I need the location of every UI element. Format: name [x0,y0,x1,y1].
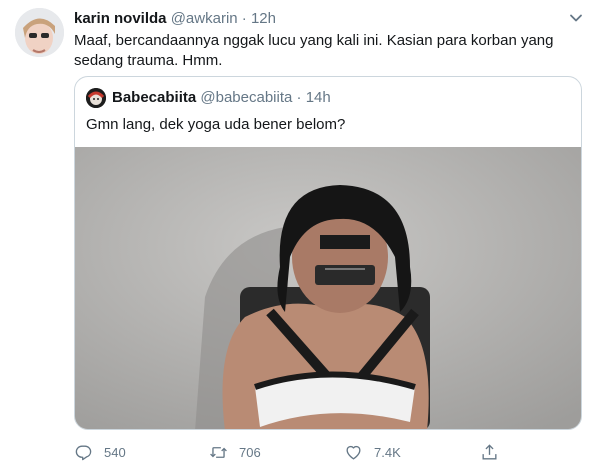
quoted-header: Babecabiita @babecabiita · 14h [112,88,331,108]
author-avatar[interactable] [15,8,64,57]
like-count: 7.4K [374,444,401,460]
quoted-timestamp: 14h [305,89,331,106]
separator-dot: · [241,10,247,27]
reply-count: 540 [104,444,126,460]
quoted-photo[interactable] [75,147,581,429]
tweet-timestamp[interactable]: 12h [251,10,276,27]
quoted-tweet[interactable]: Babecabiita @babecabiita · 14h Gmn lang,… [74,76,582,430]
quoted-author-avatar [86,88,106,108]
quoted-author-name: Babecabiita [112,89,197,106]
retweet-icon [210,446,227,458]
share-button[interactable] [480,441,499,463]
quoted-text: Gmn lang, dek yoga uda bener belom? [86,116,346,133]
tweet-header: karin novilda @awkarin · 12h [74,9,276,29]
chevron-down-icon[interactable] [567,9,585,27]
tweet-text: Maaf, bercandaannya nggak lucu yang kali… [74,32,554,69]
tweet[interactable]: karin novilda @awkarin · 12h Maaf, berca… [0,0,602,472]
retweet-button[interactable]: 706 [209,441,261,463]
reply-icon [75,444,92,460]
share-icon [482,443,497,460]
quoted-author-handle: @babecabiita [200,89,293,106]
retweet-count: 706 [239,444,261,460]
like-icon [346,445,361,460]
like-button[interactable]: 7.4K [344,441,401,463]
quoted-separator-dot: · [296,89,302,106]
tweet-actions: 540 706 7.4K [74,441,524,463]
reply-button[interactable]: 540 [74,441,126,463]
author-handle[interactable]: @awkarin [171,10,238,27]
author-name[interactable]: karin novilda [74,10,167,27]
